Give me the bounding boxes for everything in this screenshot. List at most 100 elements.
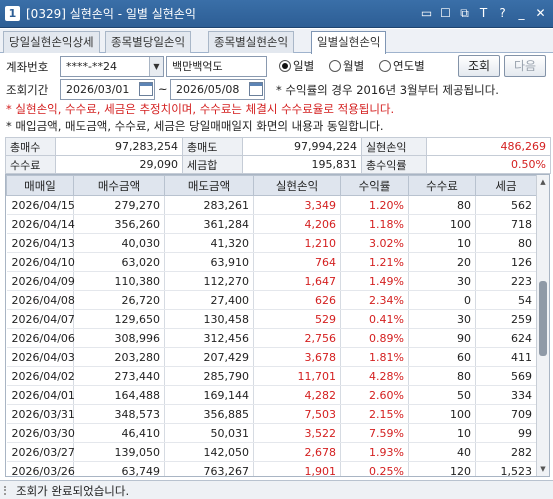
col-sell-amount-cell: 207,429 (164, 347, 254, 367)
col-return-rate-header[interactable]: 수익률 (340, 175, 409, 196)
close-icon[interactable]: ✕ (532, 5, 549, 22)
table-row[interactable]: 2026/03/27 139,050 142,050 2,678 1.93% 40 282 (6, 442, 537, 462)
vertical-scrollbar[interactable]: ▲ ▼ (536, 175, 549, 476)
col-realized-profit-header[interactable]: 실현손익 (253, 175, 341, 196)
account-label: 계좌번호 (6, 60, 49, 74)
table-row[interactable]: 2026/03/26 63,749 763,267 1,901 0.25% 120 1,52… (6, 461, 537, 476)
col-realized-profit-cell: 2,678 (253, 442, 341, 462)
tab-daily-realized-profit[interactable]: 일별실현손익 (311, 31, 387, 54)
col-realized-profit-cell: 4,282 (253, 385, 341, 405)
radio-dot (329, 60, 341, 72)
col-fee-cell: 90 (408, 328, 476, 348)
col-sell-amount-header[interactable]: 매도금액 (164, 175, 254, 196)
radio-daily[interactable]: 일별 (279, 58, 314, 74)
realized-profit-label: 실현손익 (361, 137, 427, 156)
table-row[interactable]: 2026/04/07 129,650 130,458 529 0.41% 30 259 (6, 309, 537, 329)
next-button[interactable]: 다음 (504, 55, 546, 77)
col-sell-amount-cell: 130,458 (164, 309, 254, 329)
col-date-cell: 2026/04/08 (6, 290, 75, 310)
col-date-cell: 2026/04/14 (6, 214, 75, 234)
table-row[interactable]: 2026/04/03 203,280 207,429 3,678 1.81% 60 411 (6, 347, 537, 367)
font-size-icon[interactable]: T (475, 5, 492, 22)
table-row[interactable]: 2026/04/14 356,260 361,284 4,206 1.18% 100 718 (6, 214, 537, 234)
col-fee-cell: 80 (408, 195, 476, 215)
total-sell-label: 총매도 (182, 137, 243, 156)
daily-profit-table: 매매일 매수금액 매도금액 실현손익 수익률 수수료 세금 2026/04/15 279,27… (6, 175, 537, 476)
col-fee-cell: 30 (408, 271, 476, 291)
date-from-value: 2026/03/01 (66, 83, 130, 96)
search-button[interactable]: 조회 (458, 55, 500, 77)
table-row[interactable]: 2026/03/30 46,410 50,031 3,522 7.59% 10 99 (6, 423, 537, 443)
col-buy-amount-header[interactable]: 매수금액 (73, 175, 165, 196)
table-header-row: 매매일 매수금액 매도금액 실현손익 수익률 수수료 세금 (6, 175, 537, 196)
radio-monthly-label: 월별 (343, 59, 365, 73)
col-realized-profit-cell: 4,206 (253, 214, 341, 234)
window-title: [0329] 실현손익 - 일별 실현손익 (26, 7, 196, 21)
radio-yearly[interactable]: 연도별 (379, 58, 425, 74)
col-tax-cell: 54 (475, 290, 537, 310)
col-tax-header[interactable]: 세금 (475, 175, 537, 196)
col-return-rate-cell: 4.28% (340, 366, 409, 386)
col-return-rate-cell: 2.15% (340, 404, 409, 424)
col-sell-amount-cell: 312,456 (164, 328, 254, 348)
chevron-down-icon[interactable]: ▼ (149, 57, 163, 76)
period-note: * 수익률의 경우 2016년 3월부터 제공됩니다. (276, 83, 499, 97)
table-row[interactable]: 2026/04/02 273,440 285,790 11,701 4.28% 80 569 (6, 366, 537, 386)
col-date-cell: 2026/04/06 (6, 328, 75, 348)
table-row[interactable]: 2026/04/01 164,488 169,144 4,282 2.60% 50 334 (6, 385, 537, 405)
tab-stock-realized-profit[interactable]: 종목별실현손익 (208, 31, 295, 53)
daily-profit-grid[interactable]: 매매일 매수금액 매도금액 실현손익 수익률 수수료 세금 2026/04/15 279,27… (5, 174, 550, 477)
help-icon[interactable]: ? (494, 5, 511, 22)
col-buy-amount-cell: 40,030 (73, 233, 165, 253)
tax-total-label: 세금합 (182, 155, 243, 174)
table-row[interactable]: 2026/04/09 110,380 112,270 1,647 1.49% 30 223 (6, 271, 537, 291)
tab-daily-realized-detail[interactable]: 당일실현손익상세 (3, 31, 100, 53)
col-date-header[interactable]: 매매일 (6, 175, 74, 196)
col-return-rate-cell: 1.20% (340, 195, 409, 215)
tab-stock-daily-profit[interactable]: 종목별당일손익 (105, 31, 192, 53)
col-fee-header[interactable]: 수수료 (408, 175, 476, 196)
window-titlebar[interactable]: 1 [0329] 실현손익 - 일별 실현손익 ▭ ☐ ⧉ T ? _ ✕ (0, 0, 553, 28)
col-buy-amount-cell: 279,270 (73, 195, 165, 215)
col-realized-profit-cell: 2,756 (253, 328, 341, 348)
radio-monthly[interactable]: 월별 (329, 58, 364, 74)
col-tax-cell: 624 (475, 328, 537, 348)
window-controls: ▭ ☐ ⧉ T ? _ ✕ (418, 5, 549, 22)
table-row[interactable]: 2026/04/06 308,996 312,456 2,756 0.89% 90 624 (6, 328, 537, 348)
table-row[interactable]: 2026/04/13 40,030 41,320 1,210 3.02% 10 80 (6, 233, 537, 253)
col-fee-cell: 120 (408, 461, 476, 476)
col-buy-amount-cell: 273,440 (73, 366, 165, 386)
col-tax-cell: 259 (475, 309, 537, 329)
popout-icon[interactable]: ⧉ (456, 5, 473, 22)
calendar-icon[interactable] (249, 82, 263, 96)
col-date-cell: 2026/04/02 (6, 366, 75, 386)
col-buy-amount-cell: 164,488 (73, 385, 165, 405)
screen-icon[interactable]: ☐ (437, 5, 454, 22)
tax-total-value: 195,831 (242, 155, 362, 174)
col-buy-amount-cell: 348,573 (73, 404, 165, 424)
minimize-icon[interactable]: _ (513, 5, 530, 22)
scroll-up-icon[interactable]: ▲ (537, 176, 549, 188)
col-date-cell: 2026/04/03 (6, 347, 75, 367)
table-row[interactable]: 2026/04/15 279,270 283,261 3,349 1.20% 80 562 (6, 195, 537, 215)
col-return-rate-cell: 0.89% (340, 328, 409, 348)
col-tax-cell: 223 (475, 271, 537, 291)
radio-yearly-label: 연도별 (393, 59, 425, 73)
calendar-icon[interactable] (139, 82, 153, 96)
col-sell-amount-cell: 356,885 (164, 404, 254, 424)
table-row[interactable]: 2026/03/31 348,573 356,885 7,503 2.15% 100 709 (6, 404, 537, 424)
col-date-cell: 2026/04/09 (6, 271, 75, 291)
table-body: 2026/04/15 279,270 283,261 3,349 1.20% 80 562 2… (6, 195, 537, 476)
col-return-rate-cell: 1.81% (340, 347, 409, 367)
status-message: 조회가 완료되었습니다. (16, 484, 130, 498)
col-buy-amount-cell: 308,996 (73, 328, 165, 348)
col-sell-amount-cell: 361,284 (164, 214, 254, 234)
link-icon[interactable]: ▭ (418, 5, 435, 22)
scroll-thumb[interactable] (539, 281, 547, 356)
table-row[interactable]: 2026/04/10 63,020 63,910 764 1.21% 20 126 (6, 252, 537, 272)
realized-profit-value: 486,269 (426, 137, 551, 156)
scroll-down-icon[interactable]: ▼ (537, 463, 549, 475)
status-bar: 조회가 완료되었습니다. (0, 480, 553, 499)
account-number-select[interactable]: ****-**24 ▼ (60, 56, 164, 77)
table-row[interactable]: 2026/04/08 26,720 27,400 626 2.34% 0 54 (6, 290, 537, 310)
